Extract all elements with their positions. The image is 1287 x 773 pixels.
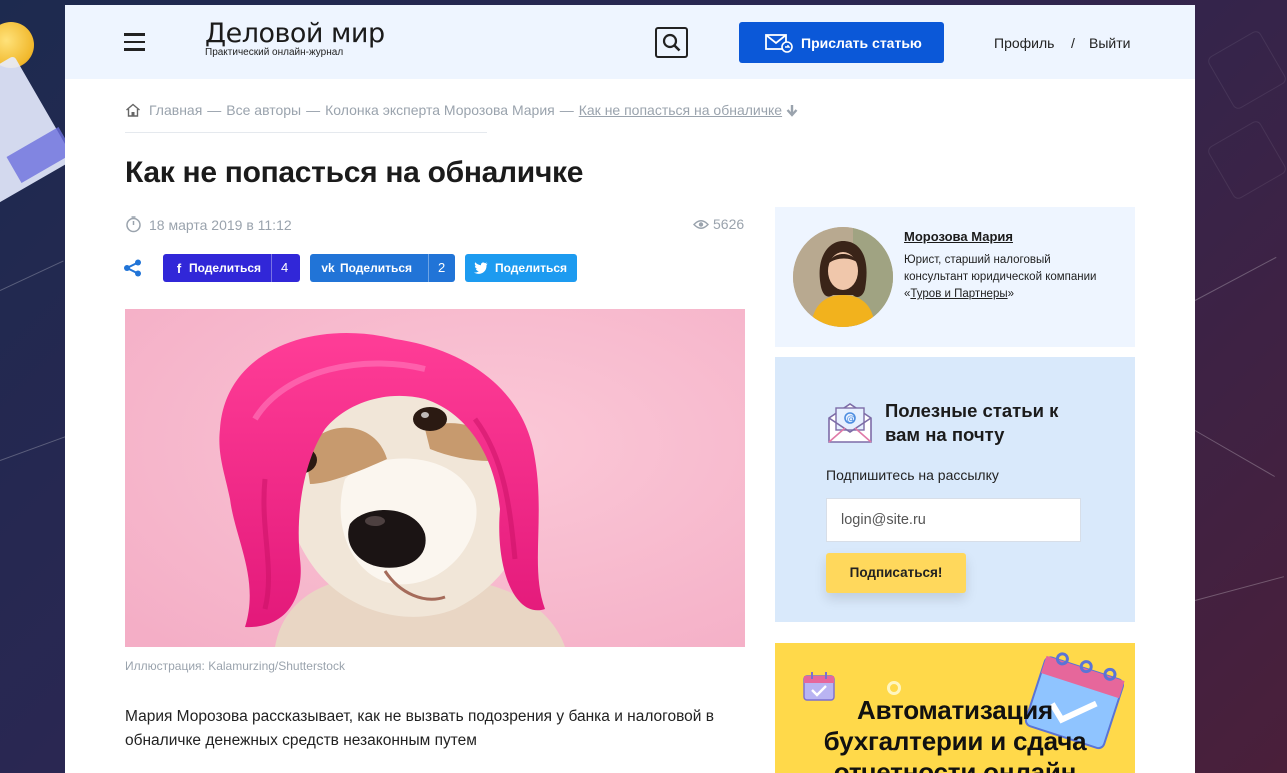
author-card: Морозова Мария Юрист, старший налоговый … (775, 207, 1135, 347)
background-line (0, 260, 64, 291)
image-caption: Иллюстрация: Kalamurzing/Shutterstock (125, 659, 345, 673)
profile-link[interactable]: Профиль (994, 35, 1054, 51)
twitter-share-button[interactable]: Поделиться (465, 254, 577, 282)
breadcrumb-separator: — (559, 102, 574, 118)
site-logo[interactable]: Деловой мир Практический онлайн-журнал (205, 18, 385, 59)
author-description-end: » (1007, 288, 1015, 300)
home-icon[interactable] (125, 103, 141, 117)
breadcrumb: Главная — Все авторы — Колонка эксперта … (125, 102, 798, 118)
background-decoration (1195, 0, 1287, 773)
article-date: 18 марта 2019 в 11:12 (125, 216, 292, 233)
background-line (0, 436, 66, 461)
decorative-ring (887, 681, 901, 695)
site-header: Деловой мир Практический онлайн-журнал П… (65, 5, 1195, 79)
facebook-share-label: Поделиться (189, 261, 262, 275)
logout-link[interactable]: Выйти (1089, 35, 1130, 51)
article-image (125, 309, 745, 647)
clock-icon (126, 216, 141, 233)
divider (125, 132, 487, 133)
page: Деловой мир Практический онлайн-журнал П… (65, 5, 1195, 773)
send-article-label: Прислать статью (801, 34, 922, 51)
search-button[interactable] (655, 27, 688, 58)
background-stamp (1206, 29, 1287, 111)
article-title: Как не попасться на обналичке (125, 156, 584, 189)
eye-icon (693, 219, 709, 229)
author-description: Юрист, старший налоговый консультант юри… (904, 252, 1104, 303)
twitter-share-label: Поделиться (495, 261, 568, 275)
search-icon (662, 33, 681, 52)
subscribe-button[interactable]: Подписаться! (826, 553, 966, 593)
envelope-icon: @ (828, 403, 872, 443)
vk-icon: vk (321, 261, 335, 275)
mail-send-icon (765, 33, 793, 53)
author-company-link[interactable]: Туров и Партнеры (910, 288, 1007, 300)
facebook-icon: f (176, 260, 182, 276)
arrow-down-icon[interactable] (786, 104, 798, 117)
svg-text:@: @ (847, 415, 856, 425)
menu-icon[interactable] (124, 33, 145, 51)
email-field[interactable]: login@site.ru (826, 498, 1081, 542)
vk-share-count: 2 (428, 254, 454, 282)
vk-share-label: Поделиться (340, 261, 413, 275)
facebook-share-count: 4 (271, 254, 297, 282)
vk-share-button[interactable]: vk Поделиться 2 (310, 254, 455, 282)
article-lead: Мария Морозова рассказывает, как не вызв… (125, 708, 714, 749)
twitter-icon (474, 262, 488, 274)
logo-title: Деловой мир (205, 18, 385, 49)
background-paper (0, 55, 74, 205)
breadcrumb-current[interactable]: Как не попасться на обналичке (579, 102, 782, 118)
breadcrumb-separator: — (207, 102, 222, 118)
share-icon[interactable] (123, 259, 143, 277)
breadcrumb-authors[interactable]: Все авторы (226, 102, 301, 118)
facebook-share-button[interactable]: f Поделиться 4 (163, 254, 300, 282)
breadcrumb-separator: — (306, 102, 321, 118)
author-name[interactable]: Морозова Мария (904, 229, 1013, 244)
article-views: 5626 (693, 216, 744, 232)
newsletter-widget: @ Полезные статьи к вам на почту Подпиши… (775, 357, 1135, 622)
send-article-button[interactable]: Прислать статью (739, 22, 944, 63)
article-views-count: 5626 (713, 216, 745, 232)
promo-banner[interactable]: Автоматизация бухгалтерии и сдача отчетн… (775, 643, 1135, 773)
newsletter-title: Полезные статьи к вам на почту (885, 400, 1059, 445)
article-date-text: 18 марта 2019 в 11:12 (149, 216, 292, 233)
promo-title: Автоматизация бухгалтерии и сдача отчетн… (823, 695, 1087, 773)
breadcrumb-column[interactable]: Колонка эксперта Морозова Мария (325, 102, 555, 118)
avatar[interactable] (793, 227, 893, 327)
breadcrumb-home[interactable]: Главная (149, 102, 202, 118)
background-stamp (1206, 119, 1287, 201)
header-separator: / (1071, 35, 1075, 51)
newsletter-subtitle: Подпишитесь на рассылку (826, 467, 999, 483)
dog-illustration (125, 309, 745, 647)
